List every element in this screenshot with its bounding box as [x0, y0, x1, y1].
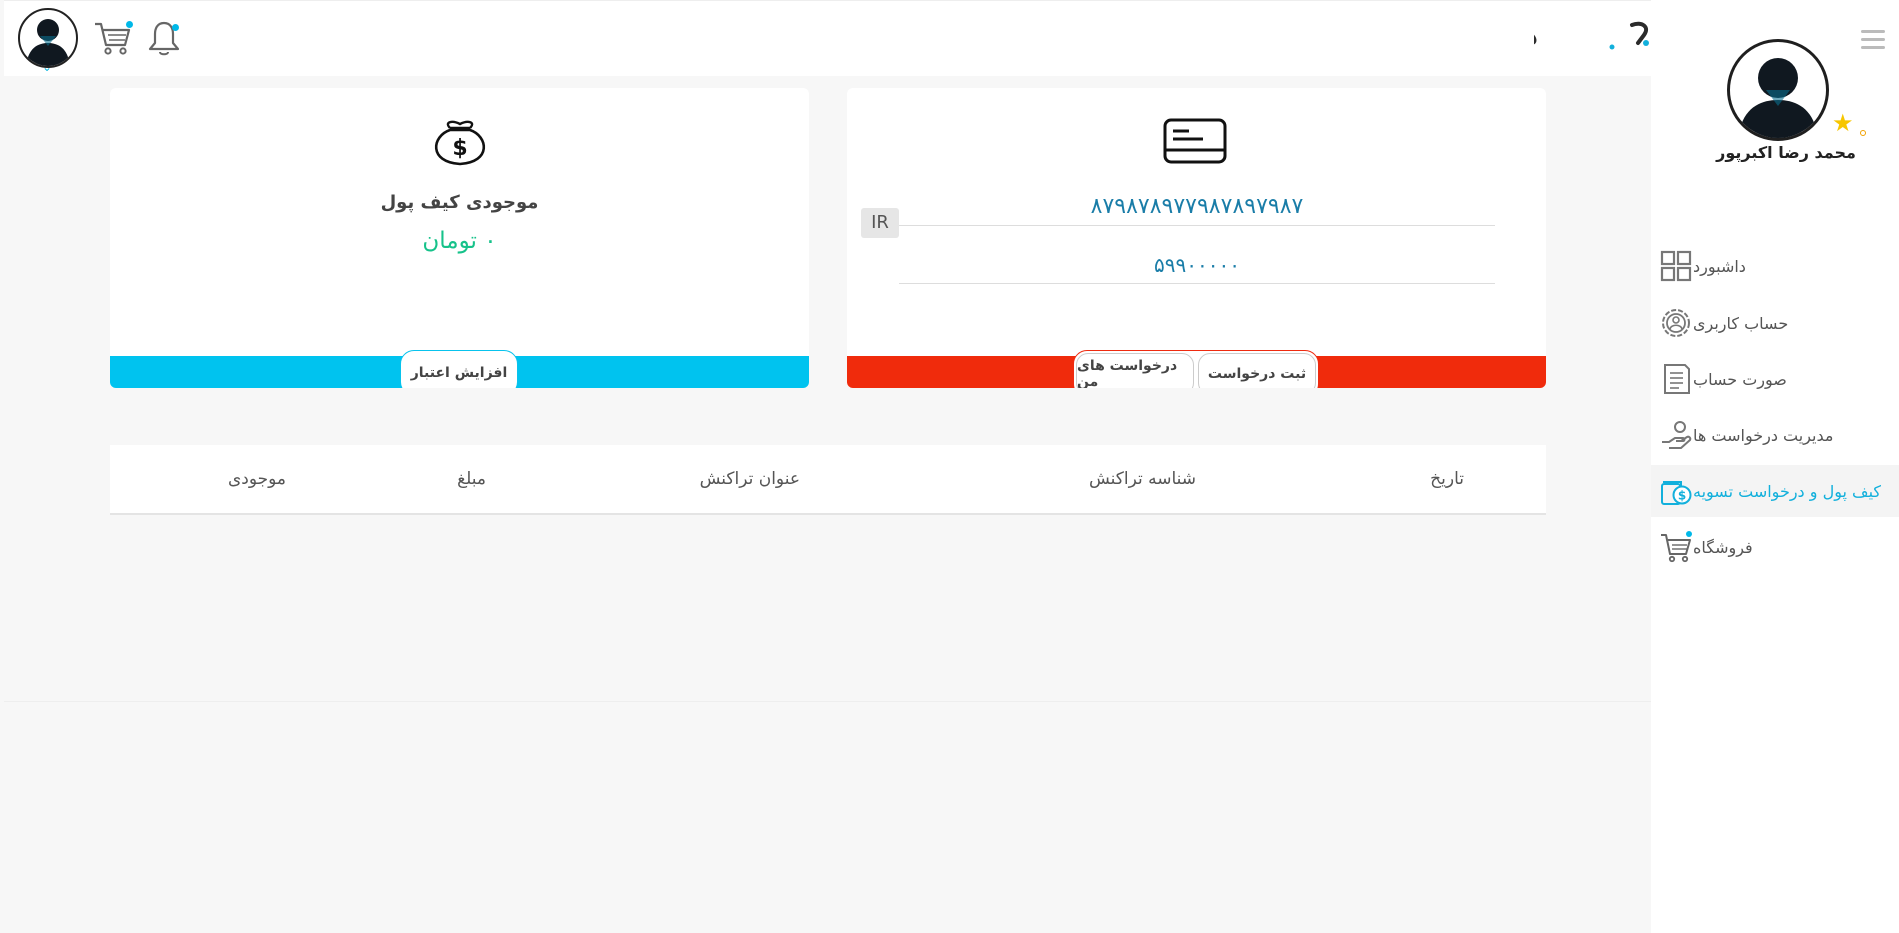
hamburger-menu-icon[interactable]	[1861, 30, 1885, 50]
table-body-empty	[4, 515, 1651, 702]
dashboard-icon	[1659, 249, 1693, 283]
sidebar: ★ محمد رضا اکبرپور داشبورد حساب کاربری ص…	[1651, 0, 1899, 933]
bank-account-card: ۸۷۹۸۷۸۹۷۷۹۸۷۸۹۷۹۸۷ IR ۵۹۹۰۰۰۰۰ درخواست ه…	[847, 88, 1546, 388]
card-number-field[interactable]: ۵۹۹۰۰۰۰۰	[899, 246, 1495, 284]
sidebar-item-label: صورت حساب	[1693, 369, 1787, 389]
sidebar-item-dashboard[interactable]: داشبورد	[1651, 240, 1899, 292]
cart-icon	[1659, 530, 1693, 564]
table-header-amount[interactable]: مبلغ	[457, 445, 486, 515]
sidebar-item-wallet[interactable]: $ کیف پول و درخواست تسویه	[1651, 465, 1899, 517]
table-header-transaction-title[interactable]: عنوان تراکنش	[700, 445, 800, 515]
money-bag-icon: $	[426, 118, 494, 168]
wallet-balance-card: $ موجودی کیف پول ۰ تومان افزایش اعتبار	[110, 88, 809, 388]
top-header: ⌄ دیجی‌یار	[4, 0, 1651, 76]
bell-icon[interactable]	[144, 18, 184, 58]
sidebar-item-invoice[interactable]: صورت حساب	[1651, 353, 1899, 405]
table-header-date[interactable]: تاریخ	[1430, 445, 1464, 515]
hand-request-icon	[1659, 418, 1693, 452]
credit-card-icon	[1163, 118, 1227, 164]
my-requests-button[interactable]: درخواست های من	[1076, 353, 1194, 388]
user-avatar[interactable]	[18, 8, 78, 68]
sidebar-item-shop[interactable]: فروشگاه	[1651, 521, 1899, 573]
increase-credit-button[interactable]: افزایش اعتبار	[400, 350, 518, 388]
cart-icon[interactable]	[92, 18, 133, 58]
sidebar-item-label: حساب کاربری	[1693, 313, 1789, 333]
invoice-icon	[1659, 362, 1693, 396]
sidebar-item-label: کیف پول و درخواست تسویه	[1693, 481, 1882, 501]
request-button-group: درخواست های من ثبت درخواست	[1073, 350, 1319, 388]
submit-request-button[interactable]: ثبت درخواست	[1198, 353, 1316, 388]
profile-name: محمد رضا اکبرپور	[1716, 143, 1856, 162]
chevron-down-icon[interactable]: ⌄	[42, 61, 52, 73]
svg-text:$: $	[1678, 489, 1686, 503]
iban-prefix: IR	[861, 208, 899, 238]
sidebar-item-label: مدیریت درخواست ها	[1693, 425, 1834, 445]
user-settings-icon	[1659, 306, 1693, 340]
logo-text: دیجی‌یار	[1534, 22, 1538, 52]
sidebar-item-account[interactable]: حساب کاربری	[1651, 297, 1899, 349]
iban-field[interactable]: ۸۷۹۸۷۸۹۷۷۹۸۷۸۹۷۹۸۷	[899, 188, 1495, 226]
svg-text:$: $	[452, 136, 467, 161]
table-header-balance[interactable]: موجودی	[228, 445, 286, 515]
site-logo[interactable]: دیجی‌یار	[1433, 15, 1656, 55]
sidebar-item-label: داشبورد	[1693, 256, 1746, 276]
transactions-table: تاریخ شناسه تراکنش عنوان تراکنش مبلغ موج…	[110, 445, 1546, 515]
profile-avatar[interactable]	[1727, 39, 1829, 141]
wallet-balance-amount: ۰ تومان	[422, 228, 497, 254]
level-dot-icon	[1860, 130, 1866, 136]
sidebar-item-requests[interactable]: مدیریت درخواست ها	[1651, 409, 1899, 461]
sidebar-item-label: فروشگاه	[1693, 537, 1753, 557]
table-header-transaction-id[interactable]: شناسه تراکنش	[1089, 445, 1196, 515]
wallet-balance-title: موجودی کیف پول	[380, 192, 539, 213]
wallet-icon: $	[1659, 474, 1693, 508]
star-icon: ★	[1832, 109, 1854, 137]
